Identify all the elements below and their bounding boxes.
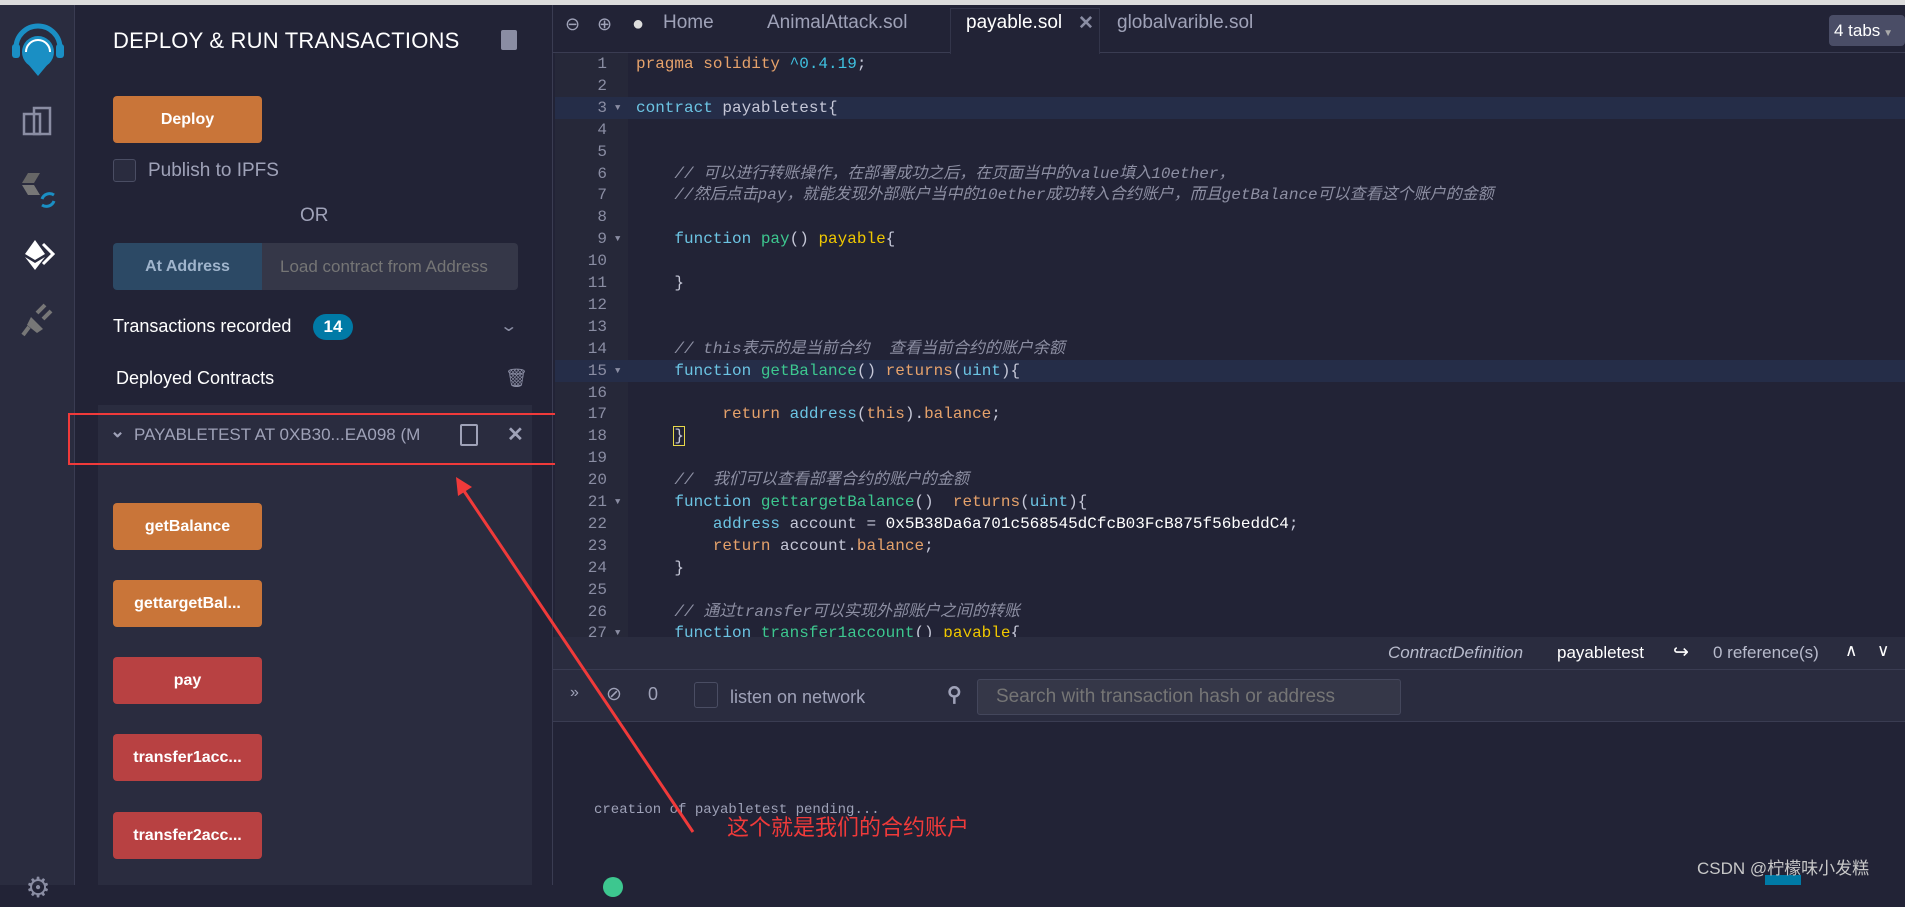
annotation-text: 这个就是我们的合约账户	[727, 816, 970, 841]
csdn-watermark: CSDN @柠檬味小发糕	[1697, 859, 1870, 878]
annotation-arrow	[456, 477, 695, 833]
